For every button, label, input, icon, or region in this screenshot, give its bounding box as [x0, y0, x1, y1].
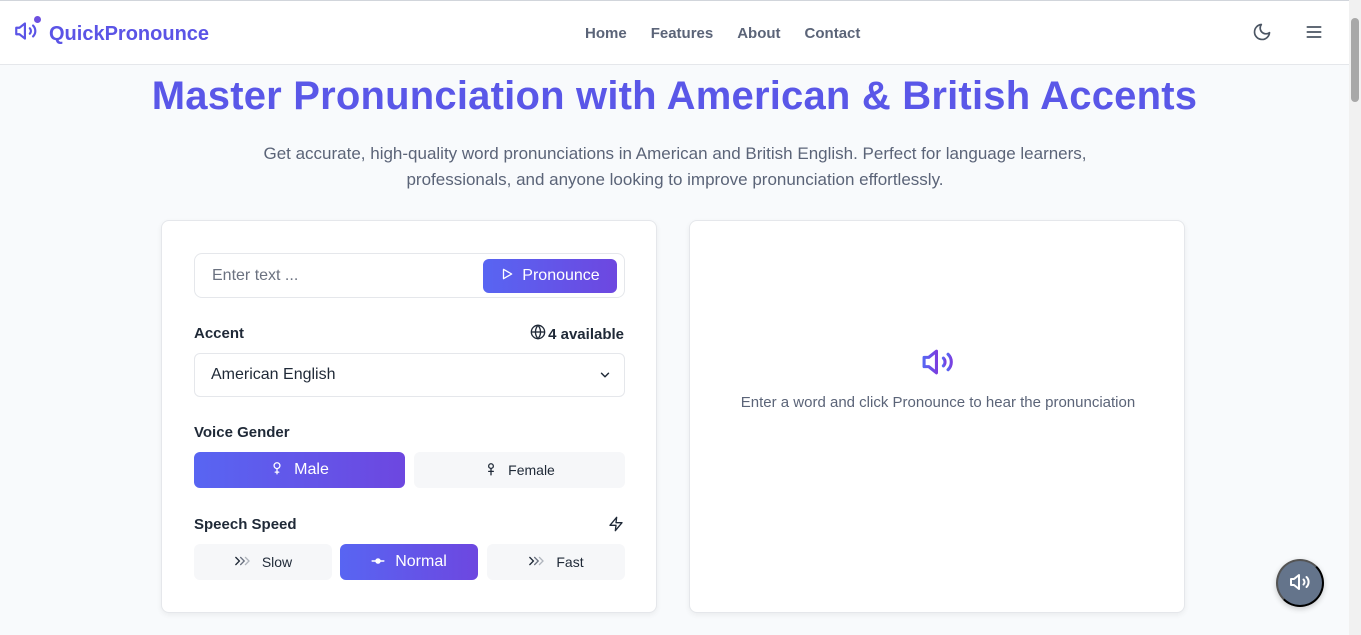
gender-female-label: Female: [508, 462, 555, 478]
logo-dot: [34, 15, 41, 23]
pronounce-button[interactable]: Pronounce: [483, 259, 617, 293]
main-nav: Home Features About Contact: [585, 25, 860, 42]
pronounce-form-card: Pronounce Accent 4 available American En…: [161, 220, 657, 613]
text-input[interactable]: [196, 255, 476, 296]
empty-state-text: Enter a word and click Pronounce to hear…: [740, 394, 1136, 411]
speed-fast-label: Fast: [556, 554, 584, 570]
zap-icon: [608, 516, 624, 537]
accent-available: 4 available: [530, 324, 624, 344]
speaker-icon: [918, 345, 958, 379]
nav-features[interactable]: Features: [651, 25, 714, 42]
available-count: 4 available: [548, 325, 624, 343]
gender-male-button[interactable]: Male: [194, 452, 405, 488]
page: QuickPronounce Home Features About Conta…: [0, 0, 1361, 635]
brand-name: QuickPronounce: [49, 23, 210, 45]
gender-symbol-icon: [270, 460, 284, 481]
play-icon: [500, 267, 514, 286]
pronounce-label: Pronounce: [522, 267, 600, 284]
speaker-icon: [13, 15, 41, 44]
brand-logo[interactable]: QuickPronounce: [13, 15, 209, 46]
gender-toggle-group: Male Female: [194, 452, 625, 489]
speaker-icon: [1288, 570, 1312, 597]
empty-state: Enter a word and click Pronounce to hear…: [690, 345, 1186, 411]
chevrons-right-icon: [234, 554, 252, 570]
gender-female-button[interactable]: Female: [414, 452, 625, 488]
dot-line-icon: [371, 553, 385, 571]
speech-speed-label: Speech Speed: [194, 516, 297, 533]
nav-contact[interactable]: Contact: [805, 25, 861, 42]
accent-select[interactable]: American English: [194, 353, 625, 397]
page-scrollbar[interactable]: [1349, 0, 1361, 635]
accent-selected-value: American English: [211, 366, 336, 383]
globe-icon: [530, 324, 546, 344]
menu-icon[interactable]: [1303, 21, 1325, 43]
top-header: QuickPronounce Home Features About Conta…: [0, 0, 1349, 65]
floating-speaker-button[interactable]: [1276, 559, 1324, 607]
speed-slow-button[interactable]: Slow: [194, 544, 332, 580]
gender-male-label: Male: [294, 461, 329, 478]
speed-slow-label: Slow: [261, 554, 293, 570]
nav-home[interactable]: Home: [585, 25, 627, 42]
chevron-down-icon: [598, 368, 612, 387]
moon-icon[interactable]: [1251, 21, 1273, 43]
chevrons-right-icon: [528, 554, 546, 570]
nav-about[interactable]: About: [737, 25, 780, 42]
hero-title: Master Pronunciation with American & Bri…: [151, 74, 1198, 118]
accent-label: Accent: [194, 325, 245, 342]
person-standing-icon: [484, 461, 498, 480]
speed-normal-label: Normal: [395, 553, 447, 570]
speed-fast-button[interactable]: Fast: [487, 544, 625, 580]
voice-gender-label: Voice Gender: [194, 424, 290, 441]
scrollbar-thumb[interactable]: [1351, 18, 1359, 102]
hero-subtitle: Get accurate, high-quality word pronunci…: [263, 144, 1087, 189]
text-input-group: Pronounce: [194, 253, 625, 298]
speed-normal-button[interactable]: Normal: [340, 544, 478, 580]
speed-toggle-group: Slow Normal Fast: [194, 544, 625, 581]
result-card: Enter a word and click Pronounce to hear…: [689, 220, 1185, 613]
